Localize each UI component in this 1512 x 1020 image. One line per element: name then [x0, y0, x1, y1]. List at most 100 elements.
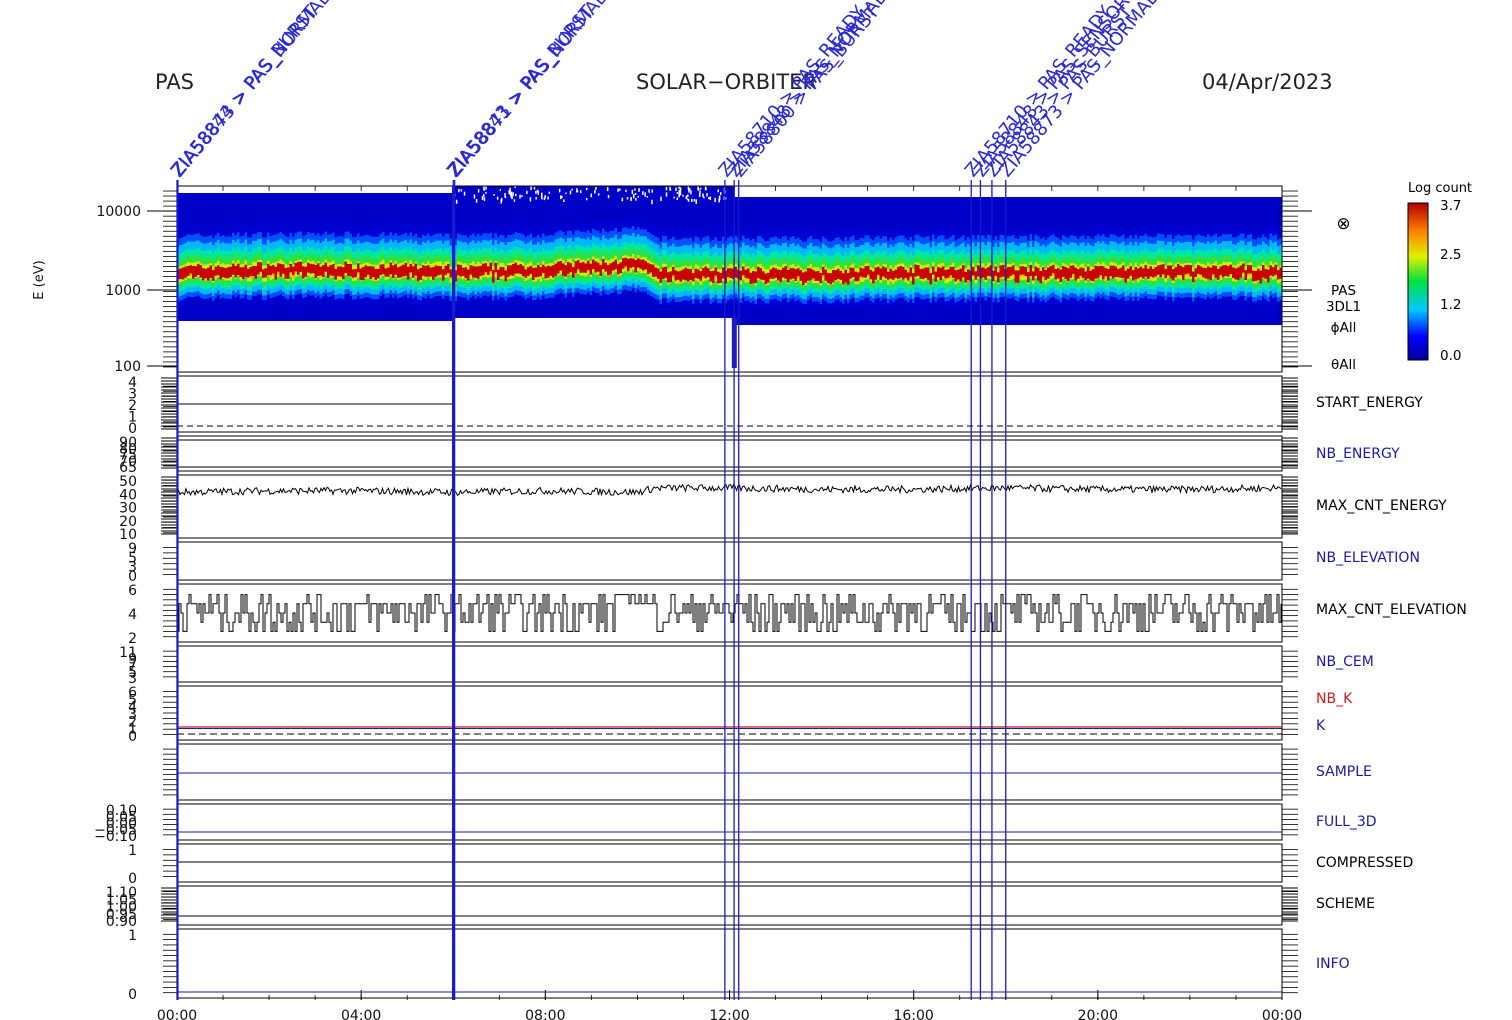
spectrogram-peak [937, 267, 940, 278]
spectrogram-peak [1012, 265, 1015, 275]
spectrogram-peak [1079, 267, 1083, 276]
spectrogram-peak [1062, 266, 1065, 278]
spectrogram-peak [179, 268, 183, 280]
spectrogram-speckle [676, 192, 679, 194]
spectrogram-peak [932, 266, 935, 275]
spectrogram-peak [1194, 268, 1198, 277]
spectrogram-peak [514, 262, 518, 274]
spectrogram-speckle [535, 190, 537, 194]
panel-frame [176, 928, 1283, 999]
spectrogram-peak [342, 267, 345, 280]
spectrogram-peak [447, 263, 450, 273]
spectrogram-peak [397, 267, 400, 278]
spectrogram-speckle [709, 196, 712, 201]
spectrogram-peak [1234, 268, 1238, 280]
spectrogram-peak [837, 268, 840, 280]
spectrogram-peak [284, 267, 288, 279]
spectrogram-peak [769, 269, 773, 279]
spectrogram-peak [287, 267, 290, 279]
spectrogram-peak [264, 268, 268, 278]
spectrogram-peak [392, 265, 395, 279]
spectrogram-peak [669, 271, 673, 283]
spectrogram-peak [624, 257, 628, 267]
spectrogram-peak [1027, 272, 1030, 283]
spectrogram-peak [977, 265, 980, 277]
spectrogram-peak [802, 272, 805, 286]
spectrogram-peak [869, 269, 873, 280]
spectrogram-peak [687, 268, 690, 282]
spectrogram-peak [309, 263, 313, 274]
spectrogram-speckle [719, 192, 722, 196]
spectrogram-peak [742, 266, 745, 276]
spectrogram-peak [782, 267, 785, 278]
spectrogram-peak [1232, 267, 1235, 278]
instrument-plot: ZIA58844 > PAS_BURSTZIA58873 > PAS_NORMA… [32, 0, 1429, 1020]
spectrogram-peak [1032, 271, 1035, 281]
spectrogram-peak [457, 264, 460, 276]
spectrogram-peak [417, 269, 420, 282]
spectrogram-peak [619, 262, 623, 274]
spectrogram-peak [489, 262, 493, 271]
spectrogram-peak [852, 267, 855, 278]
spectrogram-peak [847, 273, 850, 285]
spectrogram-peak [982, 267, 985, 278]
spectrogram-speckle [519, 194, 521, 199]
spectrogram-speckle [485, 186, 487, 190]
spectrogram-peak [1154, 266, 1158, 277]
spectrogram-peak [317, 263, 320, 276]
spectrogram-peak [497, 269, 500, 281]
spectrogram-peak [502, 267, 505, 276]
spectrogram-peak [292, 266, 295, 276]
spectrogram-peak [1052, 264, 1055, 273]
spectrogram-peak [894, 269, 898, 278]
spectrogram-speckle [576, 190, 579, 193]
spectrogram-peak [1044, 269, 1048, 281]
spectrogram-peak [754, 271, 758, 284]
spectrogram-speckle [704, 186, 707, 191]
spectrogram-peak [1082, 267, 1085, 279]
spectrogram-peak [1169, 265, 1173, 279]
spectrogram-peak [987, 267, 990, 276]
spectrogram-peak [182, 267, 185, 280]
spectrogram-speckle [630, 197, 632, 201]
spectrogram-peak [614, 259, 618, 270]
spectrogram-speckle [585, 187, 588, 191]
spectrogram-peak [1109, 265, 1113, 277]
spectrogram-peak [1224, 265, 1228, 276]
spectrogram-peak [449, 269, 453, 278]
spectrogram-peak [524, 269, 528, 278]
spectrogram-peak [1054, 269, 1058, 280]
spectrogram-peak [474, 266, 478, 278]
spectrogram-peak [399, 265, 403, 278]
spectrogram-speckle [559, 195, 562, 200]
spectrogram-peak [1029, 265, 1033, 277]
spectrogram-speckle [687, 194, 689, 198]
spectrogram-peak [542, 264, 545, 273]
spectrogram-speckle [483, 197, 486, 202]
spectrogram-speckle [473, 194, 476, 199]
spectrogram-peak [239, 267, 243, 278]
spectrogram-peak [594, 261, 598, 273]
spectrogram-peak [499, 267, 503, 277]
spectrogram-peak [799, 270, 803, 281]
spectrogram-peak [569, 263, 573, 273]
spectrogram-peak [789, 268, 793, 280]
spectrogram-peak [889, 268, 893, 279]
spectrogram-peak [427, 265, 430, 277]
spectrogram-peak [297, 261, 300, 275]
spectrogram-peak [902, 266, 905, 280]
spectrogram-peak [544, 266, 548, 279]
spectrogram-speckle [493, 194, 495, 196]
spectrogram-peak [734, 266, 738, 278]
spectrogram-peak [779, 270, 783, 283]
spectrogram-peak [227, 267, 230, 279]
spectrogram-peak [862, 268, 865, 278]
spectrogram-peak [1057, 268, 1060, 279]
spectrogram-peak [354, 269, 358, 278]
spectrogram-peak [1249, 265, 1253, 274]
spectrogram-peak [727, 268, 730, 278]
spectrogram-peak [1084, 271, 1088, 281]
spectrogram-peak [814, 271, 818, 281]
spectrogram-peak [879, 268, 883, 280]
spectrogram-peak [322, 265, 325, 277]
